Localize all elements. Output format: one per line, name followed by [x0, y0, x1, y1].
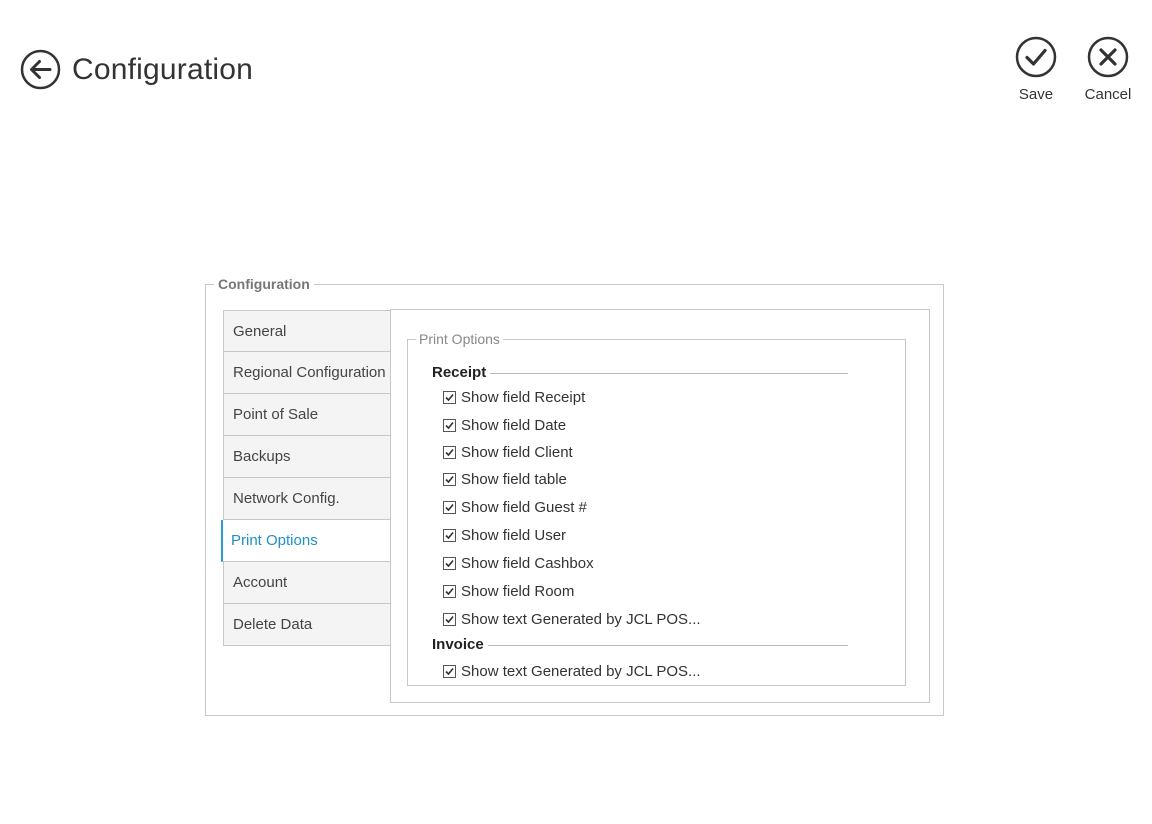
checkbox-show-field-room[interactable]: Show field Room — [443, 582, 574, 602]
checkbox-label: Show text Generated by JCL POS... — [461, 663, 701, 680]
print-options-group-label: Print Options — [419, 331, 500, 347]
configuration-group-label: Configuration — [218, 276, 310, 292]
checkbox-label: Show field Date — [461, 417, 567, 434]
invoice-heading-text: Invoice — [432, 636, 488, 653]
page-title: Configuration — [72, 53, 254, 86]
checkbox-checked-icon[interactable] — [443, 664, 456, 678]
invoice-separator — [432, 645, 848, 646]
save-label: Save — [1018, 86, 1054, 103]
checkbox-label: Show text Generated by JCL POS... — [461, 611, 701, 628]
save-button[interactable]: Save — [1006, 36, 1066, 103]
tab-general[interactable]: General — [223, 310, 391, 352]
checkbox-label: Show field Cashbox — [461, 555, 594, 572]
checkbox-checked-icon[interactable] — [443, 418, 456, 432]
cancel-label: Cancel — [1084, 86, 1132, 103]
checkbox-show-field-receipt[interactable]: Show field Receipt — [443, 388, 585, 408]
checkbox-label: Show field table — [461, 471, 567, 488]
checkbox-show-field-user[interactable]: Show field User — [443, 526, 566, 546]
checkbox-checked-icon[interactable] — [443, 445, 456, 459]
tab-print-options[interactable]: Print Options — [221, 520, 391, 562]
checkbox-invoice-show-generated-text[interactable]: Show text Generated by JCL POS... — [443, 662, 701, 682]
checkbox-show-field-table[interactable]: Show field table — [443, 470, 567, 490]
back-arrow-icon[interactable] — [20, 49, 61, 90]
receipt-separator — [432, 373, 848, 374]
invoice-section-heading: Invoice — [432, 635, 848, 655]
checkbox-label: Show field Room — [461, 583, 575, 600]
checkbox-checked-icon[interactable] — [443, 528, 456, 542]
tab-regional-configuration[interactable]: Regional Configuration — [223, 352, 391, 394]
checkbox-show-field-date[interactable]: Show field Date — [443, 416, 566, 436]
checkbox-checked-icon[interactable] — [443, 500, 456, 514]
checkbox-checked-icon[interactable] — [443, 390, 456, 404]
checkbox-label: Show field User — [461, 527, 567, 544]
checkbox-checked-icon[interactable] — [443, 472, 456, 486]
checkbox-show-field-guest[interactable]: Show field Guest # — [443, 498, 587, 518]
checkbox-checked-icon[interactable] — [443, 612, 456, 626]
checkbox-checked-icon[interactable] — [443, 584, 456, 598]
receipt-section-heading: Receipt — [432, 363, 848, 383]
config-tabs: General Regional Configuration Point of … — [221, 310, 391, 646]
check-icon — [1015, 36, 1057, 78]
tab-delete-data[interactable]: Delete Data — [223, 604, 391, 646]
receipt-heading-text: Receipt — [432, 364, 491, 381]
close-icon — [1087, 36, 1129, 78]
checkbox-checked-icon[interactable] — [443, 556, 456, 570]
checkbox-show-field-cashbox[interactable]: Show field Cashbox — [443, 554, 594, 574]
tab-point-of-sale[interactable]: Point of Sale — [223, 394, 391, 436]
checkbox-show-field-client[interactable]: Show field Client — [443, 443, 573, 463]
tab-backups[interactable]: Backups — [223, 436, 391, 478]
cancel-button[interactable]: Cancel — [1078, 36, 1138, 103]
checkbox-receipt-show-generated-text[interactable]: Show text Generated by JCL POS... — [443, 610, 701, 630]
checkbox-label: Show field Guest # — [461, 499, 587, 516]
tab-network-config[interactable]: Network Config. — [223, 478, 391, 520]
tab-account[interactable]: Account — [223, 562, 391, 604]
checkbox-label: Show field Receipt — [461, 389, 586, 406]
checkbox-label: Show field Client — [461, 444, 573, 461]
